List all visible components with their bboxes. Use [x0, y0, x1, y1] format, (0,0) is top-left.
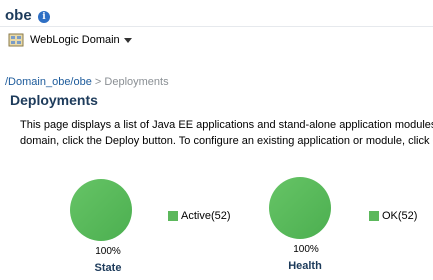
domain-menu-label: WebLogic Domain [30, 34, 120, 46]
health-legend-swatch [369, 211, 379, 221]
page-title: Deployments [10, 92, 98, 108]
state-chart-caption: State [94, 262, 122, 274]
state-legend-label: Active(52) [181, 210, 231, 222]
health-pie-chart [269, 177, 331, 239]
domain-icon [8, 33, 24, 47]
deployments-page: obe i WebLogic Domain /Domain_obe/obe > … [0, 0, 433, 280]
breadcrumb: /Domain_obe/obe > Deployments [5, 76, 169, 88]
state-legend: Active(52) [168, 210, 231, 222]
state-pie-percent-label: 100% [95, 246, 121, 257]
state-legend-swatch [168, 211, 178, 221]
health-pie-slice-ok[interactable] [269, 177, 331, 239]
domain-title: obe [5, 7, 32, 24]
weblogic-domain-menu[interactable]: WebLogic Domain [8, 32, 132, 48]
breadcrumb-link-domain[interactable]: /Domain_obe/obe [5, 76, 92, 88]
health-chart-caption: Health [288, 260, 322, 272]
chevron-down-icon [123, 37, 132, 43]
breadcrumb-current: Deployments [104, 76, 169, 88]
health-legend-label: OK(52) [382, 210, 418, 222]
description-line-1: This page displays a list of Java EE app… [20, 119, 433, 131]
header-divider [0, 26, 433, 27]
health-pie-percent-label: 100% [293, 244, 319, 255]
info-icon[interactable]: i [38, 11, 50, 23]
health-legend: OK(52) [369, 210, 417, 222]
state-pie-slice-active[interactable] [70, 179, 132, 241]
description-line-2: domain, click the Deploy button. To conf… [20, 135, 433, 147]
breadcrumb-separator: > [91, 76, 105, 88]
page-description: This page displays a list of Java EE app… [20, 117, 433, 149]
state-pie-chart [70, 179, 132, 241]
